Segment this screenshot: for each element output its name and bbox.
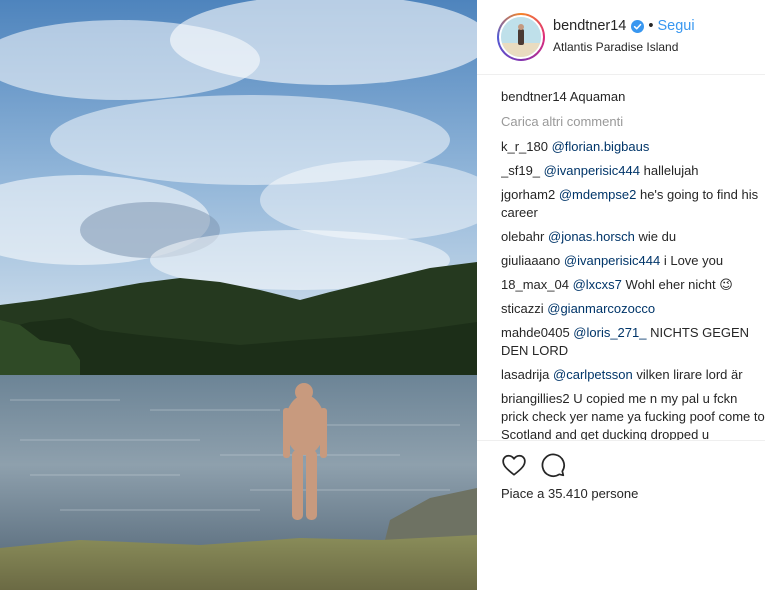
comment-username[interactable]: olebahr <box>501 229 544 244</box>
comment-mention[interactable]: @carlpetsson <box>553 367 633 382</box>
comment-row: _sf19_ @ivanperisic444 hallelujah <box>501 162 765 180</box>
verified-badge-icon <box>631 19 645 33</box>
comment-row: olebahr @jonas.horsch wie du <box>501 228 765 246</box>
comment-row: 18_max_04 @lxcxs7 Wohl eher nicht 😉 <box>501 276 765 294</box>
comment-icon[interactable] <box>540 452 566 478</box>
comment-row: lasadrija @carlpetsson vilken lirare lor… <box>501 366 765 384</box>
avatar-image <box>499 15 543 59</box>
comment-username[interactable]: _sf19_ <box>501 163 540 178</box>
comment-mention[interactable]: @loris_271_ <box>573 325 646 340</box>
comment-row: jgorham2 @mdempse2 he's going to find hi… <box>501 186 765 222</box>
post-header: bendtner14 • Segui Atlantis Paradise Isl… <box>477 0 765 75</box>
comment-container: k_r_180 @florian.bigbaus _sf19_ @ivanperi… <box>501 138 765 440</box>
comment-mention[interactable]: @gianmarcozocco <box>547 301 655 316</box>
comments-list: bendtner14 Aquaman Carica altri commenti… <box>501 88 765 440</box>
comment-mention[interactable]: @florian.bigbaus <box>552 139 650 154</box>
comment-row: sticazzi @gianmarcozocco <box>501 300 765 318</box>
comment-row: briangillies2 U copied me n my pal u fck… <box>501 390 765 440</box>
caption: bendtner14 Aquaman <box>501 88 765 106</box>
separator-dot: • <box>648 18 654 34</box>
post-photo <box>0 0 477 590</box>
load-more-comments-button[interactable]: Carica altri commenti <box>501 113 765 131</box>
username[interactable]: bendtner14 <box>553 18 626 34</box>
comment-mention[interactable]: @ivanperisic444 <box>564 253 660 268</box>
post-sidebar: bendtner14 • Segui Atlantis Paradise Isl… <box>477 0 765 590</box>
comment-row: k_r_180 @florian.bigbaus <box>501 138 765 156</box>
comment-username[interactable]: lasadrija <box>501 367 549 382</box>
comment-username[interactable]: jgorham2 <box>501 187 555 202</box>
comment-username[interactable]: mahde0405 <box>501 325 570 340</box>
comment-mention[interactable]: @ivanperisic444 <box>544 163 640 178</box>
comment-username[interactable]: briangillies2 <box>501 391 570 406</box>
username-row: bendtner14 • Segui <box>553 18 695 34</box>
comment-username[interactable]: k_r_180 <box>501 139 548 154</box>
heart-icon[interactable] <box>501 452 527 478</box>
location-link[interactable]: Atlantis Paradise Island <box>553 40 678 54</box>
follow-button[interactable]: Segui <box>657 18 694 34</box>
comment-text: Wohl eher nicht 😉 <box>625 277 733 292</box>
comment-text: i Love you <box>663 253 724 268</box>
comment-text: hallelujah <box>643 163 699 178</box>
comment-mention[interactable]: @mdempse2 <box>559 187 637 202</box>
post-actions: Piace a 35.410 persone <box>477 440 765 530</box>
caption-text: Aquaman <box>569 89 626 104</box>
avatar[interactable] <box>497 13 545 61</box>
comment-username[interactable]: giuliaaano <box>501 253 560 268</box>
likes-count[interactable]: Piace a 35.410 persone <box>501 486 638 501</box>
comment-mention[interactable]: @jonas.horsch <box>548 229 635 244</box>
comment-row: mahde0405 @loris_271_ NICHTS GEGEN DEN L… <box>501 324 765 360</box>
caption-username[interactable]: bendtner14 <box>501 89 567 104</box>
comment-username[interactable]: 18_max_04 <box>501 277 569 292</box>
comment-username[interactable]: sticazzi <box>501 301 544 316</box>
comment-mention[interactable]: @lxcxs7 <box>573 277 622 292</box>
comment-text: wie du <box>638 229 677 244</box>
comment-row: giuliaaano @ivanperisic444 i Love you <box>501 252 765 270</box>
comment-text: vilken lirare lord är <box>636 367 743 382</box>
